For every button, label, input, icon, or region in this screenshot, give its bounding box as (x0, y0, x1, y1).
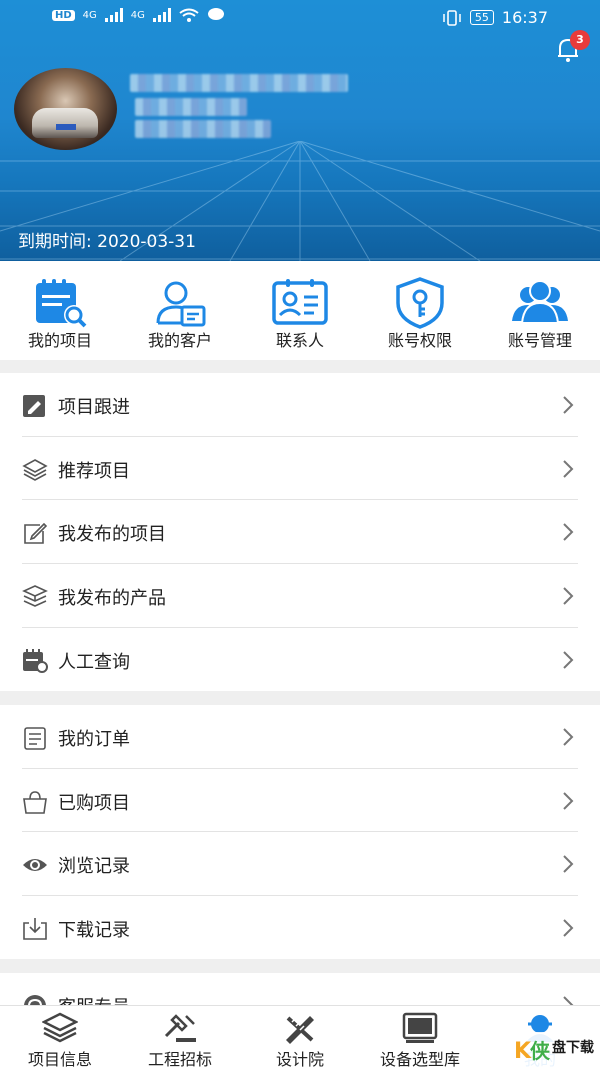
menu-group-records: 我的订单 已购项目 浏览记录 下载记录 (0, 705, 600, 959)
compose-icon (24, 523, 48, 545)
company-redacted (135, 98, 247, 116)
network-type-2: 4G (130, 9, 145, 21)
menu-item-purchased-projects[interactable]: 已购项目 (0, 769, 600, 833)
chevron-right-icon (563, 791, 574, 810)
quick-label: 我的项目 (27, 331, 92, 350)
tab-label: 设计院 (275, 1050, 324, 1067)
chevron-right-icon (563, 396, 574, 414)
stack-icon (22, 585, 48, 607)
design-tools-icon (286, 1016, 314, 1044)
users-icon (512, 280, 568, 324)
clock: 16:37 (501, 8, 548, 27)
monitor-icon (402, 1012, 438, 1043)
layers-icon (22, 458, 48, 481)
edit-icon (23, 395, 45, 417)
gavel-icon (164, 1014, 196, 1042)
quick-label: 账号权限 (387, 331, 452, 350)
tab-engineering-bidding[interactable]: 工程招标 (120, 1006, 240, 1067)
chevron-right-icon (563, 651, 574, 669)
signal-icon (104, 8, 123, 22)
vibrate-icon (443, 9, 461, 26)
chat-notification-icon (207, 8, 224, 20)
tab-project-info[interactable]: 项目信息 (0, 1006, 120, 1067)
signal-icon-2 (152, 8, 171, 22)
project-calendar-icon (36, 279, 87, 328)
message-count-badge: 3 (570, 30, 590, 50)
avatar-plate (56, 124, 76, 130)
quick-label: 我的客户 (147, 331, 212, 350)
svg-text:侠: 侠 (530, 1039, 551, 1063)
download-icon (23, 918, 47, 940)
menu-label: 我发布的项目 (58, 524, 166, 546)
menu-item-recommended-projects[interactable]: 推荐项目 (0, 437, 600, 501)
status-bar: HD 4G 4G 55 16:37 (0, 0, 600, 36)
quick-label: 账号管理 (507, 331, 572, 350)
quick-my-projects[interactable]: 我的项目 (0, 261, 120, 360)
chevron-right-icon (563, 587, 574, 605)
chevron-right-icon (563, 523, 574, 542)
menu-label: 已购项目 (58, 792, 130, 814)
tab-equipment-library[interactable]: 设备选型库 (360, 1006, 480, 1067)
wifi-icon (179, 8, 199, 22)
tab-design-institute[interactable]: 设计院 (240, 1006, 360, 1067)
eye-icon (23, 859, 47, 872)
shield-key-icon (396, 277, 444, 329)
menu-label: 我发布的产品 (58, 588, 166, 610)
quick-contacts[interactable]: 联系人 (240, 261, 360, 360)
menu-item-browse-history[interactable]: 浏览记录 (0, 832, 600, 897)
order-list-icon (24, 727, 46, 750)
avatar-car-photo (32, 108, 98, 138)
menu-item-project-followup[interactable]: 项目跟进 (0, 373, 600, 437)
chevron-right-icon (563, 728, 574, 746)
quick-my-customers[interactable]: 我的客户 (120, 261, 240, 360)
avatar[interactable] (14, 68, 117, 150)
watermark-logo: K 侠 盘下载 (508, 1032, 600, 1067)
chevron-right-icon (563, 459, 574, 478)
chevron-right-icon (563, 855, 574, 874)
menu-label: 下载记录 (58, 920, 130, 942)
svg-text:盘下载: 盘下载 (552, 1039, 594, 1056)
menu-item-my-published-projects[interactable]: 我发布的项目 (0, 500, 600, 565)
menu-item-my-orders[interactable]: 我的订单 (0, 705, 600, 769)
quick-account-management[interactable]: 账号管理 (480, 261, 600, 360)
quick-label: 联系人 (275, 331, 324, 350)
layers-icon (42, 1012, 78, 1043)
network-type: 4G (82, 9, 97, 21)
menu-label: 推荐项目 (58, 460, 130, 482)
menu-label: 人工查询 (58, 651, 130, 673)
tab-label: 工程招标 (147, 1050, 212, 1067)
battery-indicator: 55 (469, 10, 494, 25)
expire-date: 到期时间: 2020-03-31 (18, 232, 196, 252)
customer-icon (156, 281, 206, 327)
menu-item-download-history[interactable]: 下载记录 (0, 896, 600, 960)
tab-label: 项目信息 (27, 1050, 92, 1067)
tab-label: 设备选型库 (379, 1050, 460, 1067)
quick-actions: 我的项目 我的客户 联系人 账号权限 账号管理 (0, 261, 600, 360)
menu-item-manual-query[interactable]: 人工查询 (0, 628, 600, 692)
calendar-search-icon (23, 648, 48, 673)
username-redacted (130, 74, 348, 92)
shopping-bag-icon (23, 790, 47, 814)
menu-label: 项目跟进 (58, 397, 130, 418)
phone-redacted (135, 120, 271, 138)
contact-card-icon (272, 279, 328, 325)
chevron-right-icon (563, 919, 574, 937)
menu-group-projects: 项目跟进 推荐项目 我发布的项目 我发布的产品 人工查询 (0, 373, 600, 691)
menu-label: 浏览记录 (58, 856, 130, 878)
hd-indicator: HD (52, 9, 75, 21)
menu-item-my-published-products[interactable]: 我发布的产品 (0, 564, 600, 628)
menu-label: 我的订单 (58, 729, 130, 750)
quick-account-permissions[interactable]: 账号权限 (360, 261, 480, 360)
profile-header: HD 4G 4G 55 16:37 3 到期时间: 2020-03-31 (0, 0, 600, 261)
